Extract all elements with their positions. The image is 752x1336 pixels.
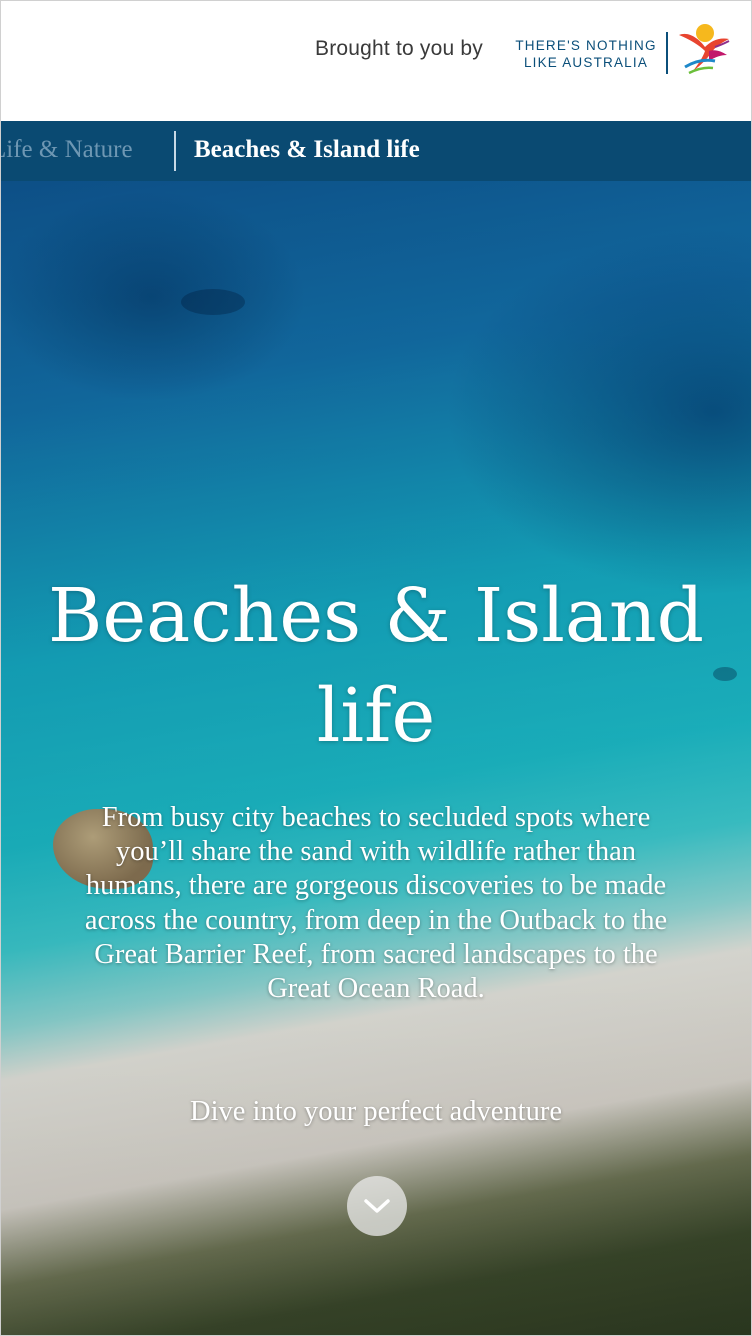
- brand-line-1: THERE'S NOTHING: [515, 38, 657, 53]
- brand-divider: [666, 32, 668, 74]
- sponsor-bar: Brought to you by THERE'S NOTHING LIKE A…: [1, 1, 751, 121]
- brand-line-2: LIKE AUSTRALIA: [523, 55, 649, 70]
- scroll-down-button[interactable]: [347, 1176, 407, 1236]
- category-nav: Life & Nature Beaches & Island life: [1, 121, 751, 181]
- tourism-australia-wordmark[interactable]: THERE'S NOTHING LIKE AUSTRALIA: [515, 37, 657, 71]
- chevron-down-icon: [364, 1199, 390, 1213]
- hero-description: From busy city beaches to secluded spots…: [84, 802, 668, 1005]
- category-nav-current[interactable]: Beaches & Island life: [194, 136, 420, 164]
- hero-title-line-1: Beaches & Island: [47, 573, 705, 659]
- category-nav-divider: [174, 131, 176, 171]
- hero-title: Beaches & Island life: [1, 566, 751, 766]
- hero-title-line-2: life: [316, 673, 436, 759]
- hero-cta-text: Dive into your perfect adventure: [190, 1096, 562, 1127]
- kangaroo-sun-logo-icon[interactable]: [675, 21, 733, 77]
- reef-patch: [181, 289, 245, 315]
- page-frame: Brought to you by THERE'S NOTHING LIKE A…: [0, 0, 752, 1336]
- hero-section: Beaches & Island life From busy city bea…: [1, 181, 751, 1335]
- brought-to-you-by-label: Brought to you by: [315, 37, 484, 60]
- category-nav-previous[interactable]: Life & Nature: [1, 136, 133, 164]
